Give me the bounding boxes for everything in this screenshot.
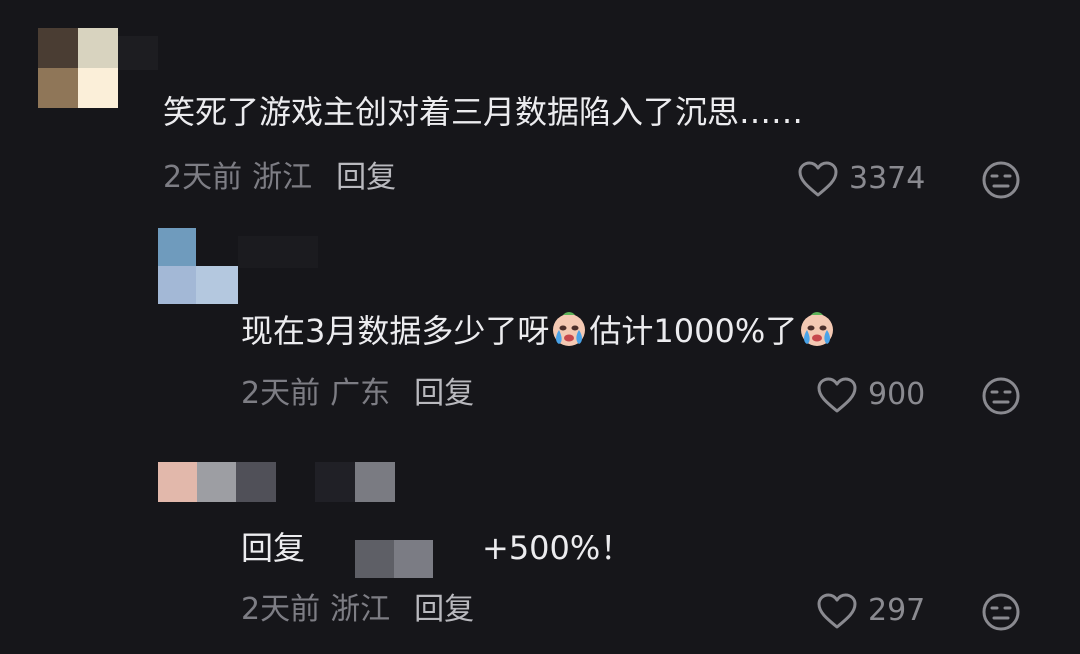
comment-text-part: 现在3月数据多少了呀 — [241, 312, 550, 350]
comment-location: 浙江 — [252, 160, 313, 195]
username-redacted[interactable] — [315, 462, 395, 502]
heart-outline-icon — [817, 593, 857, 629]
reply-button[interactable]: 回复 — [414, 592, 474, 627]
reply-button[interactable]: 回复 — [414, 376, 474, 411]
dislike-button[interactable] — [981, 592, 1021, 632]
like-count: 900 — [868, 377, 926, 412]
like-button[interactable]: 297 — [816, 592, 925, 630]
comment-meta: 2天前 浙江 回复 — [241, 592, 474, 628]
mentioned-user-redacted[interactable] — [355, 540, 433, 578]
dislike-button[interactable] — [981, 160, 1021, 200]
meh-face-icon — [982, 161, 1020, 199]
comment-location: 广东 — [330, 376, 391, 411]
reply-prefix[interactable]: 回复 — [241, 528, 305, 568]
reply-button[interactable]: 回复 — [336, 160, 396, 195]
like-count: 3374 — [849, 161, 926, 196]
like-button[interactable]: 3374 — [797, 160, 925, 198]
comment-time: 2天前 — [163, 160, 243, 195]
comment-meta: 2天前 浙江 回复 — [163, 160, 396, 196]
comment-text-part: 估计1000%了 — [589, 312, 798, 350]
username-redacted[interactable] — [118, 36, 158, 70]
like-count: 297 — [868, 593, 926, 628]
comment-text: 现在3月数据多少了呀 估计1000%了 — [241, 308, 837, 351]
meh-face-icon — [982, 593, 1020, 631]
avatar[interactable] — [158, 228, 238, 304]
comment-text: +500%！ — [482, 529, 633, 567]
avatar[interactable] — [158, 462, 276, 502]
heart-outline-icon — [817, 377, 857, 413]
comment-meta: 2天前 广东 回复 — [241, 376, 474, 412]
meh-face-icon — [982, 377, 1020, 415]
like-button[interactable]: 900 — [816, 376, 925, 414]
crying-face-emoji — [553, 312, 586, 346]
crying-face-emoji — [801, 312, 834, 346]
dislike-button[interactable] — [981, 376, 1021, 416]
avatar[interactable] — [38, 28, 118, 108]
comment-time: 2天前 — [241, 376, 321, 411]
heart-outline-icon — [798, 161, 838, 197]
comment-text: 笑死了游戏主创对着三月数据陷入了沉思…… — [163, 93, 804, 131]
comment-time: 2天前 — [241, 592, 321, 627]
comment-location: 浙江 — [330, 592, 391, 627]
username-redacted[interactable] — [238, 236, 318, 268]
